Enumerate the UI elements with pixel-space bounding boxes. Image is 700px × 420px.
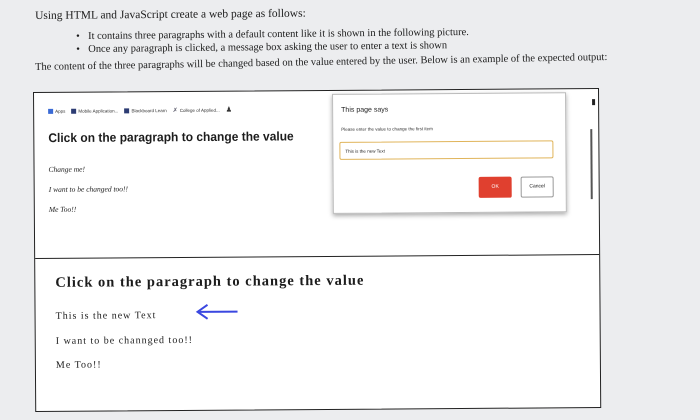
bookmark-college[interactable]: ✗ College of Applied...: [173, 106, 220, 113]
page-heading: Click on the paragraph to change the val…: [48, 128, 294, 146]
result-paragraph-2[interactable]: I want to be channged too!!: [56, 335, 193, 347]
ok-button[interactable]: OK: [478, 176, 512, 198]
bookmark-apps[interactable]: Apps: [48, 108, 65, 114]
result-heading: Click on the paragraph to change the val…: [55, 272, 365, 291]
prompt-dialog: This page says Please enter the value to…: [332, 92, 567, 214]
apps-grid-icon: [48, 108, 54, 114]
dialog-input[interactable]: This is the new Text: [339, 140, 554, 160]
browser-view-before: Apps Mobile Application... Blackboard Le…: [34, 89, 600, 259]
bullet-item: Once any paragraph is clicked, a message…: [88, 39, 469, 56]
menu-icon[interactable]: [592, 99, 596, 106]
paragraph-3[interactable]: Me Too!!: [49, 205, 76, 214]
intro-text: Using HTML and JavaScript create a web p…: [35, 7, 306, 22]
paragraph-2[interactable]: I want to be changed too!!: [49, 184, 128, 194]
result-paragraph-1[interactable]: This is the new Text: [56, 310, 157, 322]
bullet-list: It contains three paragraphs with a defa…: [88, 26, 469, 56]
paragraph-1[interactable]: Change me!: [49, 165, 86, 174]
person-icon[interactable]: ♟: [226, 106, 232, 114]
dialog-title: This page says: [341, 106, 389, 114]
result-paragraph-3[interactable]: Me Too!!: [56, 360, 102, 371]
bookmark-mobile[interactable]: Mobile Application...: [71, 108, 118, 114]
bookmark-icon: [124, 107, 130, 113]
cancel-button[interactable]: Cancel: [520, 176, 554, 198]
example-screenshot-frame: Apps Mobile Application... Blackboard Le…: [33, 88, 602, 412]
college-x-icon: ✗: [172, 107, 178, 114]
bookmarks-bar: Apps Mobile Application... Blackboard Le…: [48, 106, 232, 115]
bookmark-blackboard[interactable]: Blackboard Learn: [124, 107, 167, 113]
arrow-left-icon: [195, 303, 238, 320]
bookmark-icon: [71, 108, 77, 114]
dialog-message: Please enter the value to change the fir…: [341, 126, 433, 132]
scrollbar[interactable]: [590, 129, 593, 200]
